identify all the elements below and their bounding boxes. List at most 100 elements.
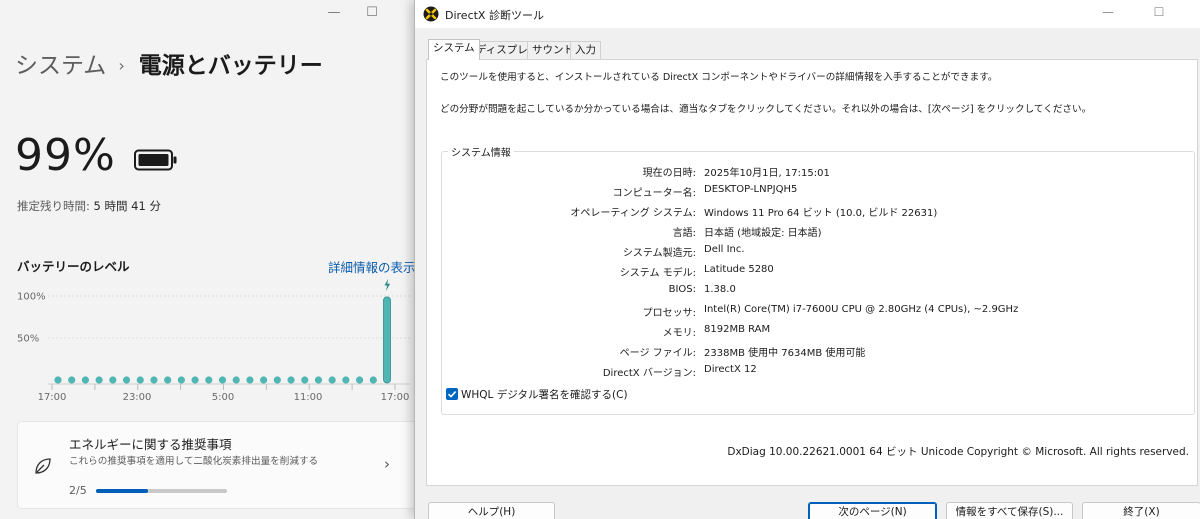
maximize-icon[interactable]: ☐ [362, 4, 382, 22]
battery-percent: 99% [15, 130, 116, 181]
chart-x-ticks [51, 384, 396, 390]
energy-progress-text: 2/5 [69, 484, 87, 497]
chart-point [232, 376, 240, 384]
minimize-icon[interactable]: — [324, 4, 344, 22]
chart-point [54, 376, 62, 384]
chart-point [68, 376, 76, 384]
page-title: 電源とバッテリー [138, 53, 323, 79]
row-label: ページ ファイル: [619, 348, 696, 359]
chart-point [191, 376, 199, 384]
save-all-button[interactable]: 情報をすべて保存(S)... [946, 502, 1073, 519]
chart-point [301, 376, 309, 384]
help-button[interactable]: ヘルプ(H) [428, 502, 555, 519]
settings-window: — ☐ システム › 電源とバッテリー 99% 推定残り時間: 5 時間 41 分 … [0, 0, 420, 519]
battery-level-title: バッテリーのレベル [17, 259, 130, 274]
chart-point [205, 376, 213, 384]
tab-system[interactable]: システム [428, 39, 480, 60]
row-value: DESKTOP-LNPJQH5 [704, 184, 798, 195]
row-label: DirectX バージョン: [602, 368, 696, 379]
breadcrumb-system[interactable]: システム [15, 53, 106, 79]
dxdiag-version-info: DxDiag 10.00.22621.0001 64 ビット Unicode C… [727, 446, 1189, 458]
row-label: 現在の日時: [642, 168, 696, 179]
next-page-button[interactable]: 次のページ(N) [808, 502, 937, 519]
row-value: Latitude 5280 [704, 264, 774, 275]
row-label: 言語: [672, 228, 696, 239]
chart-x-tick-label: 5:00 [212, 392, 234, 403]
row-label: システム製造元: [622, 248, 696, 259]
chart-point [95, 376, 103, 384]
battery-icon [134, 149, 177, 171]
energy-progress-bar [96, 489, 227, 493]
system-tab-panel: このツールを使用すると、インストールされている DirectX コンポーネントや… [426, 59, 1198, 486]
row-value: Intel(R) Core(TM) i7-7600U CPU @ 2.80GHz… [704, 304, 1019, 315]
leaf-icon [35, 458, 51, 474]
remaining-value: 5 時間 41 分 [93, 199, 161, 213]
chart-point [109, 376, 117, 384]
row-value: DirectX 12 [704, 364, 757, 375]
dxdiag-window: DirectX 診断ツール — ☐ システム ディスプレイ サウンド 入力 この… [414, 0, 1200, 519]
dx-minimize-icon[interactable]: — [1099, 5, 1117, 19]
chart-bars [54, 296, 391, 384]
chart-point [355, 376, 364, 384]
row-value: 2338MB 使用中 7634MB 使用可能 [704, 348, 866, 359]
chart-grid [48, 295, 410, 385]
chart-point [136, 376, 144, 384]
row-value: 8192MB RAM [704, 324, 771, 335]
chart-point [81, 376, 90, 384]
chart-point [369, 376, 377, 384]
energy-progress-fill [96, 489, 149, 493]
chart-point [273, 376, 281, 384]
system-info-title: システム情報 [448, 144, 514, 159]
chart-x-tick-label: 17:00 [381, 392, 410, 403]
chart-x-tick-label: 11:00 [294, 392, 323, 403]
row-value: Dell Inc. [704, 244, 745, 255]
chart-point [218, 376, 227, 384]
energy-subtitle: これらの推奨事項を適用して二酸化炭素排出量を削減する [69, 456, 319, 467]
chart-x-tick-label: 17:00 [38, 392, 67, 403]
chart-bar [383, 296, 391, 384]
chart-point [342, 376, 350, 384]
checkmark-icon [447, 391, 457, 398]
dxdiag-titlebar: DirectX 診断ツール — ☐ [415, 0, 1200, 28]
chart-point [150, 376, 158, 384]
energy-title: エネルギーに関する推奨事項 [69, 437, 232, 452]
chart-x-tick-label: 23:00 [123, 392, 152, 403]
energy-recommendations-card[interactable]: エネルギーに関する推奨事項 これらの推奨事項を適用して二酸化炭素排出量を削減する… [17, 421, 420, 509]
exit-button[interactable]: 終了(X) [1082, 502, 1200, 519]
chart-point [314, 376, 323, 384]
instruction-text: どの分野が問題を起こしているか分かっている場合は、適当なタブをクリックしてくださ… [440, 104, 1092, 115]
chevron-right-icon[interactable]: › [384, 455, 390, 473]
chart-x-labels: 17:00 23:00 5:00 11:00 17:00 [38, 392, 410, 403]
whql-label: WHQL デジタル署名を確認する(C) [461, 389, 628, 401]
breadcrumb-chevron-icon: › [118, 56, 125, 75]
row-label: システム モデル: [619, 268, 696, 279]
row-value: 日本語 (地域設定: 日本語) [704, 228, 822, 239]
whql-checkbox-box[interactable] [446, 388, 458, 400]
chart-y-labels: 100% 50% [17, 292, 46, 345]
chart-point [287, 376, 295, 384]
battery-level-chart: 100% 50% 17:00 23:00 5:00 11:00 17:00 [17, 279, 410, 403]
charging-bolt-icon [384, 279, 391, 291]
row-label: コンピューター名: [612, 188, 696, 199]
row-value: 1.38.0 [704, 284, 736, 295]
chart-point [122, 376, 131, 384]
tab-input[interactable]: 入力 [570, 41, 601, 59]
system-info-group: システム情報 現在の日時: 2025年10月1日, 17:15:01 コンピュー… [441, 144, 1195, 415]
chart-point [260, 376, 268, 384]
dx-maximize-icon[interactable]: ☐ [1150, 5, 1168, 19]
chart-point [164, 376, 172, 384]
remaining-label: 推定残り時間: [17, 199, 94, 213]
breadcrumb: システム › 電源とバッテリー [15, 46, 323, 80]
chart-point [246, 376, 254, 384]
row-label: メモリ: [662, 328, 696, 339]
intro-text: このツールを使用すると、インストールされている DirectX コンポーネントや… [440, 72, 998, 83]
row-label: BIOS: [668, 284, 696, 295]
row-label: オペレーティング システム: [570, 208, 696, 219]
directx-icon [423, 6, 439, 22]
chart-point [177, 376, 185, 384]
dxdiag-title: DirectX 診断ツール [445, 9, 544, 22]
chart-y-tick-label: 50% [17, 334, 39, 345]
chart-point [328, 376, 336, 384]
row-label: プロセッサ: [642, 308, 696, 319]
chart-y-tick-label: 100% [17, 292, 46, 303]
